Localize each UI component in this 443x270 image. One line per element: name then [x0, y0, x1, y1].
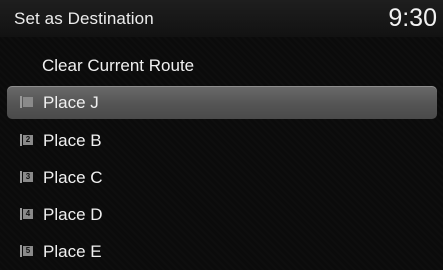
clock: 9:30 — [388, 4, 437, 32]
clear-current-route-label: Clear Current Route — [42, 56, 195, 75]
waypoint-flag-icon — [20, 96, 33, 108]
list-item-place-c[interactable]: 3 Place C — [7, 161, 437, 194]
nav-screen: Set as Destination 9:30 Clear Current Ro… — [0, 0, 443, 270]
list-item-label: Place J — [43, 93, 99, 112]
waypoint-flag-icon: 3 — [20, 171, 33, 183]
waypoint-flag-icon: 2 — [20, 134, 33, 146]
list-item-place-b[interactable]: 2 Place B — [7, 124, 437, 157]
list-item-place-d[interactable]: 4 Place D — [7, 198, 437, 231]
list-item-label: Place D — [43, 205, 103, 224]
list-item-place-j[interactable]: Place J — [7, 86, 437, 119]
header-bar: Set as Destination 9:30 — [0, 0, 443, 37]
page-title: Set as Destination — [14, 9, 154, 28]
clear-current-route-button[interactable]: Clear Current Route — [7, 49, 437, 82]
list-item-place-e[interactable]: 5 Place E — [7, 235, 437, 268]
list-item-label: Place B — [43, 131, 102, 150]
waypoint-flag-icon: 4 — [20, 208, 33, 220]
waypoint-flag-icon: 5 — [20, 245, 33, 257]
list-item-label: Place C — [43, 168, 103, 187]
list-item-label: Place E — [43, 242, 102, 261]
